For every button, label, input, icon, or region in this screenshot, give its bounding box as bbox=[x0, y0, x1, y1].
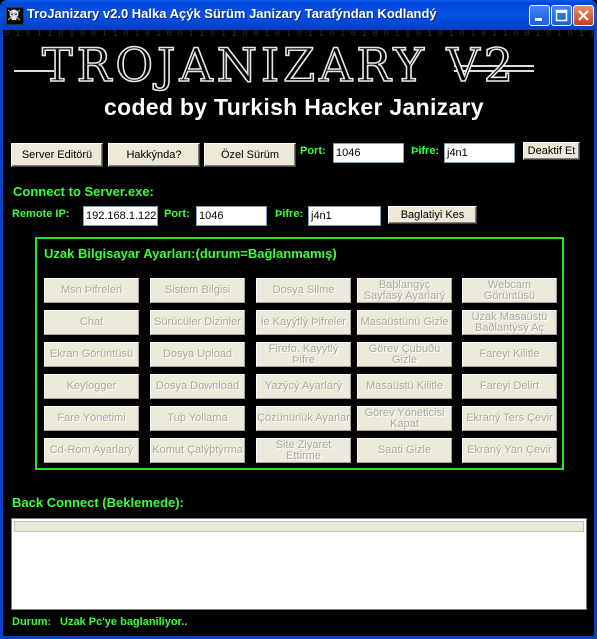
remote-action-button[interactable]: Site Ziyaret Ettirme bbox=[256, 438, 351, 463]
remote-action-button[interactable]: Saati Gizle bbox=[357, 438, 452, 463]
remote-action-button[interactable]: Tuþ Yollama bbox=[150, 406, 245, 431]
remote-ip-label: Remote IP: bbox=[12, 208, 70, 220]
connect-port-input[interactable]: 1046 bbox=[196, 206, 267, 226]
banner: 0 1 0 1 1 0 1 0 0 1 1 0 1 0 1 0 0 1 1 0 … bbox=[4, 30, 593, 138]
close-button[interactable] bbox=[573, 5, 594, 26]
remote-action-button[interactable]: Fare Yönetimi bbox=[44, 406, 139, 431]
remote-action-button[interactable]: Çözünürlük Ayarlar bbox=[256, 406, 351, 431]
toolbar-port-input[interactable]: 1046 bbox=[333, 143, 404, 163]
remote-action-button[interactable]: Görev Çubuðu Gizle bbox=[357, 342, 452, 367]
back-connect-heading: Back Connect (Beklemede): bbox=[12, 495, 184, 510]
remote-settings-title: Uzak Bilgisayar Ayarları:(durum=Bağlanma… bbox=[44, 246, 337, 261]
remote-action-button[interactable]: Fareyi Delirt bbox=[462, 374, 557, 399]
connect-heading: Connect to Server.exe: bbox=[13, 184, 154, 199]
remote-action-button[interactable]: Yazýcý Ayarlarý bbox=[256, 374, 351, 399]
remote-action-button[interactable]: Uzak Masaüstü Baðlantýsý Aç bbox=[462, 310, 557, 335]
toolbar-password-label: Þifre: bbox=[411, 145, 440, 157]
remote-action-button[interactable]: Dosya Silme bbox=[256, 278, 351, 303]
remote-action-button[interactable]: Masaüstü Kilitle bbox=[357, 374, 452, 399]
remote-action-button[interactable]: Baþlangýç Sayfasý Ayarlarý bbox=[357, 278, 452, 303]
toolbar-port-label: Port: bbox=[300, 145, 326, 157]
special-version-button[interactable]: Özel Sürüm bbox=[204, 143, 296, 167]
server-editor-button[interactable]: Server Editörü bbox=[11, 143, 103, 167]
maximize-button[interactable] bbox=[551, 5, 572, 26]
back-connect-list[interactable] bbox=[11, 518, 587, 610]
title-bar[interactable]: TroJanizary v2.0 Halka Açýk Sürüm Janiza… bbox=[0, 0, 597, 30]
toolbar-password-input[interactable]: j4n1 bbox=[444, 143, 515, 163]
minimize-button[interactable] bbox=[529, 5, 550, 26]
remote-action-button[interactable]: Sürücüler Dizinler bbox=[150, 310, 245, 335]
remote-action-button[interactable]: Dosya Download bbox=[150, 374, 245, 399]
remote-action-button[interactable]: Görev Yöneticisi Kapat bbox=[357, 406, 452, 431]
deactivate-button[interactable]: Deaktif Et bbox=[523, 142, 580, 160]
remote-ip-input[interactable]: 192.168.1.122 bbox=[83, 206, 158, 226]
remote-action-button[interactable]: Masaüstünü Gizle bbox=[357, 310, 452, 335]
remote-action-button[interactable]: Webcam Görüntüsü bbox=[462, 278, 557, 303]
remote-action-button[interactable]: Ekraný Ters Çevir bbox=[462, 406, 557, 431]
remote-action-button[interactable]: Ekran Görüntüsü bbox=[44, 342, 139, 367]
connect-password-input[interactable]: j4n1 bbox=[308, 206, 381, 226]
remote-action-button[interactable]: ie Kayýtlý Þifreler bbox=[256, 310, 351, 335]
disconnect-button[interactable]: Baglatiyi Kes bbox=[388, 206, 477, 224]
back-connect-list-header bbox=[14, 521, 584, 532]
status-label: Durum: bbox=[12, 616, 52, 628]
remote-action-button[interactable]: Sistem Bilgisi bbox=[150, 278, 245, 303]
skull-icon bbox=[6, 7, 24, 25]
about-button[interactable]: Hakkýnda? bbox=[108, 143, 200, 167]
banner-logo: TROJANIZARY V2 bbox=[41, 37, 517, 93]
window-title: TroJanizary v2.0 Halka Açýk Sürüm Janiza… bbox=[27, 6, 437, 21]
connect-password-label: Þifre: bbox=[275, 208, 304, 220]
remote-action-button[interactable]: Msn Þifreleri bbox=[44, 278, 139, 303]
status-value: Uzak Pc'ye baglaniliyor.. bbox=[60, 616, 188, 628]
remote-action-button[interactable]: Cd-Rom Ayarlarý bbox=[44, 438, 139, 463]
main-window: TroJanizary v2.0 Halka Açýk Sürüm Janiza… bbox=[0, 0, 597, 639]
remote-action-button[interactable]: Chat bbox=[44, 310, 139, 335]
remote-action-button[interactable]: Firefo. Kayýtlý Þifre bbox=[256, 342, 351, 367]
remote-action-button[interactable]: Komut Çalýþtýrma bbox=[150, 438, 245, 463]
remote-action-button[interactable]: Keylogger bbox=[44, 374, 139, 399]
banner-subtitle: coded by Turkish Hacker Janizary bbox=[104, 94, 484, 120]
remote-action-button[interactable]: Fareyi Kilitle bbox=[462, 342, 557, 367]
remote-action-button[interactable]: Dosya Upload bbox=[150, 342, 245, 367]
remote-action-button[interactable]: Ekraný Yan Çevir bbox=[462, 438, 557, 463]
connect-port-label: Port: bbox=[164, 208, 190, 220]
